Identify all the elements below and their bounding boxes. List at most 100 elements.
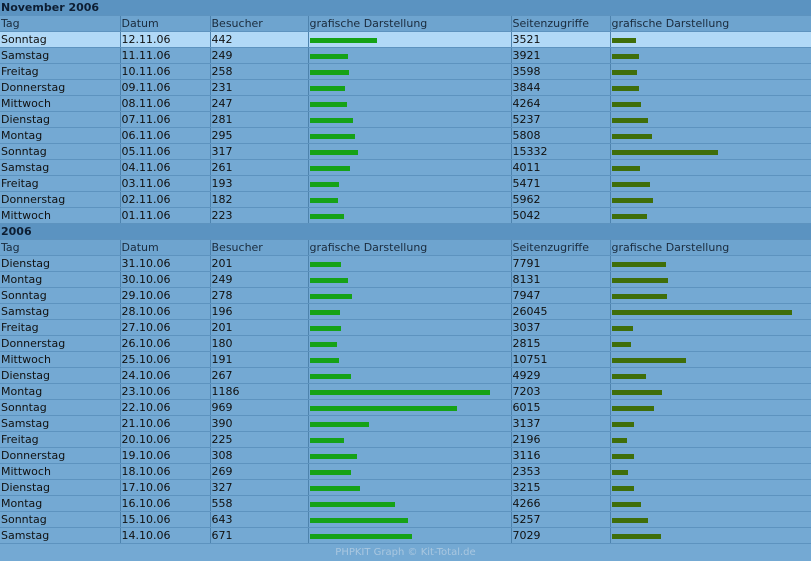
cell-views: 3598 xyxy=(511,63,611,80)
cell-visits: 1186 xyxy=(210,383,309,400)
table-row: Sonntag 05.11.06 317 15332 xyxy=(0,143,811,160)
cell-visits: 317 xyxy=(210,143,309,160)
section-title: November 2006 xyxy=(0,0,811,16)
table-row: Sonntag 22.10.06 969 6015 xyxy=(0,399,811,416)
column-header-row: Tag Datum Besucher grafische Darstellung Sei… xyxy=(0,239,811,256)
cell-visits: 267 xyxy=(210,367,309,384)
cell-date: 29.10.06 xyxy=(120,287,211,304)
cell-views-graph xyxy=(610,351,811,368)
cell-date: 23.10.06 xyxy=(120,383,211,400)
cell-visits: 327 xyxy=(210,479,309,496)
cell-visits: 196 xyxy=(210,303,309,320)
cell-date: 21.10.06 xyxy=(120,415,211,432)
visits-bar xyxy=(309,133,355,139)
views-bar xyxy=(611,261,666,267)
cell-visits: 295 xyxy=(210,127,309,144)
header-visits: Besucher xyxy=(210,239,309,256)
views-bar xyxy=(611,69,637,75)
cell-day: Montag xyxy=(0,127,121,144)
cell-views-graph xyxy=(610,319,811,336)
visits-bar xyxy=(309,485,360,491)
table-row: Mittwoch 08.11.06 247 4264 xyxy=(0,95,811,112)
cell-views: 4264 xyxy=(511,95,611,112)
views-bar xyxy=(611,501,641,507)
table-row: Donnerstag 02.11.06 182 5962 xyxy=(0,191,811,208)
visits-bar xyxy=(309,517,408,523)
visits-bar xyxy=(309,405,457,411)
cell-views: 5237 xyxy=(511,111,611,128)
views-bar xyxy=(611,101,641,107)
cell-date: 18.10.06 xyxy=(120,463,211,480)
cell-day: Sonntag xyxy=(0,143,121,160)
views-bar xyxy=(611,421,634,427)
cell-views: 4011 xyxy=(511,159,611,176)
cell-day: Samstag xyxy=(0,303,121,320)
cell-views-graph xyxy=(610,303,811,320)
views-bar xyxy=(611,133,652,139)
table-row: Montag 06.11.06 295 5808 xyxy=(0,127,811,144)
cell-date: 20.10.06 xyxy=(120,431,211,448)
cell-views-graph xyxy=(610,383,811,400)
cell-visits-graph xyxy=(308,335,512,352)
cell-views: 3921 xyxy=(511,47,611,64)
cell-views: 15332 xyxy=(511,143,611,160)
cell-date: 28.10.06 xyxy=(120,303,211,320)
cell-visits-graph xyxy=(308,95,512,112)
visits-bar xyxy=(309,117,353,123)
cell-visits-graph xyxy=(308,351,512,368)
cell-day: Donnerstag xyxy=(0,79,121,96)
views-bar xyxy=(611,293,667,299)
cell-visits: 308 xyxy=(210,447,309,464)
cell-visits: 191 xyxy=(210,351,309,368)
cell-views-graph xyxy=(610,63,811,80)
table-row: Freitag 27.10.06 201 3037 xyxy=(0,319,811,336)
section-title: 2006 xyxy=(0,223,811,240)
footer-credit: PHPKIT Graph © Kit-Total.de xyxy=(335,547,476,558)
cell-date: 11.11.06 xyxy=(120,47,211,64)
cell-views-graph xyxy=(610,367,811,384)
cell-day: Samstag xyxy=(0,527,121,544)
cell-day: Donnerstag xyxy=(0,447,121,464)
cell-visits: 180 xyxy=(210,335,309,352)
cell-views: 26045 xyxy=(511,303,611,320)
header-day: Tag xyxy=(0,239,121,256)
visits-bar xyxy=(309,421,369,427)
views-bar xyxy=(611,373,646,379)
visits-bar xyxy=(309,309,340,315)
views-bar xyxy=(611,309,792,315)
cell-day: Freitag xyxy=(0,175,121,192)
views-bar xyxy=(611,405,654,411)
cell-day: Sonntag xyxy=(0,511,121,528)
table-row: Freitag 03.11.06 193 5471 xyxy=(0,175,811,192)
cell-visits: 225 xyxy=(210,431,309,448)
cell-day: Freitag xyxy=(0,431,121,448)
cell-date: 30.10.06 xyxy=(120,271,211,288)
views-bar xyxy=(611,389,662,395)
header-visits-graph: grafische Darstellung xyxy=(308,239,512,256)
views-bar xyxy=(611,341,631,347)
views-bar xyxy=(611,533,661,539)
table-row: Mittwoch 18.10.06 269 2353 xyxy=(0,463,811,480)
table-row: Samstag 21.10.06 390 3137 xyxy=(0,415,811,432)
cell-day: Mittwoch xyxy=(0,95,121,112)
cell-date: 24.10.06 xyxy=(120,367,211,384)
cell-date: 15.10.06 xyxy=(120,511,211,528)
header-views-graph: grafische Darstellung xyxy=(610,239,811,256)
cell-visits: 182 xyxy=(210,191,309,208)
cell-visits: 247 xyxy=(210,95,309,112)
visits-bar xyxy=(309,373,351,379)
views-bar xyxy=(611,469,628,475)
cell-visits-graph xyxy=(308,511,512,528)
views-bar xyxy=(611,117,648,123)
visits-bar xyxy=(309,85,345,91)
cell-day: Montag xyxy=(0,271,121,288)
visits-bar xyxy=(309,277,348,283)
cell-views-graph xyxy=(610,463,811,480)
cell-day: Samstag xyxy=(0,159,121,176)
cell-visits-graph xyxy=(308,287,512,304)
table-row: Dienstag 17.10.06 327 3215 xyxy=(0,479,811,496)
section-title-row: November 2006 xyxy=(0,0,811,16)
cell-visits: 201 xyxy=(210,255,309,272)
table-row: Freitag 20.10.06 225 2196 xyxy=(0,431,811,448)
cell-date: 06.11.06 xyxy=(120,127,211,144)
